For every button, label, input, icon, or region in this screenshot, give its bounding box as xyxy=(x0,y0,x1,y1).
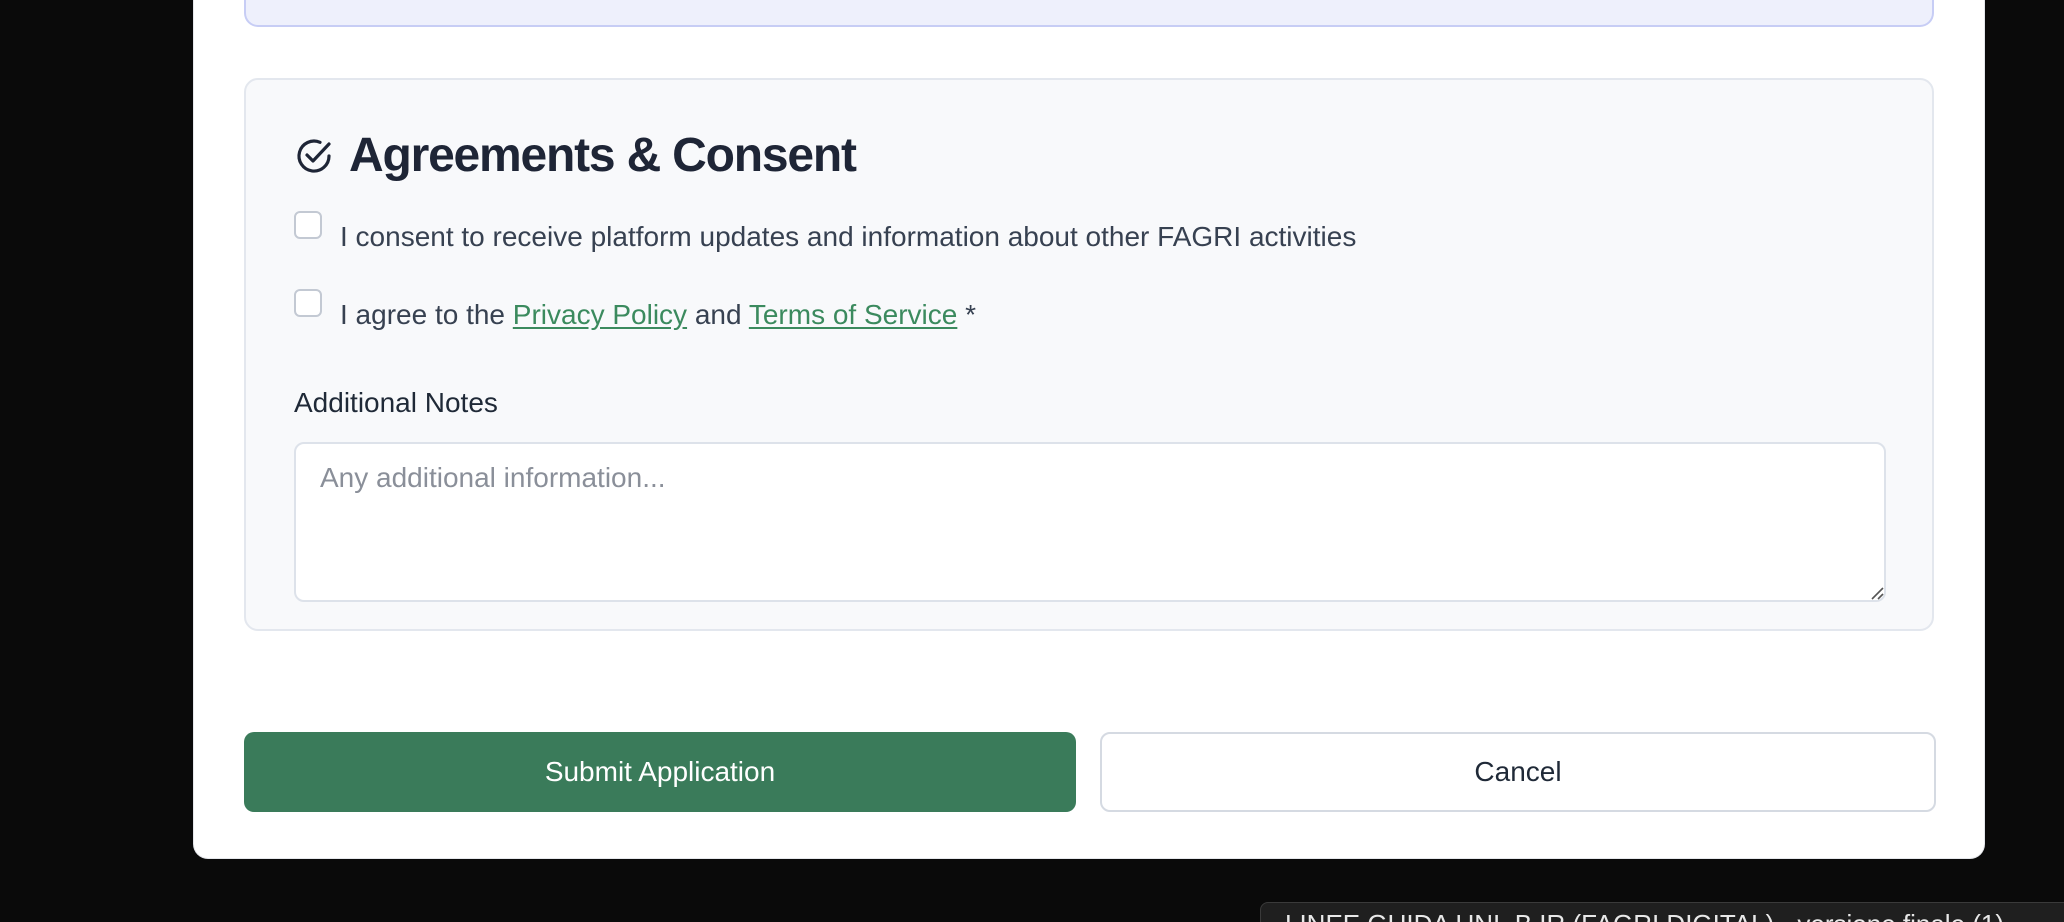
resize-grip-icon[interactable] xyxy=(1870,586,1884,600)
consent-updates-row: I consent to receive platform updates an… xyxy=(294,210,1356,254)
additional-notes-label: Additional Notes xyxy=(294,387,498,418)
download-bar-item[interactable]: LINEE GUIDA UNI_B.IR (FAGRI DIGITAL) - v… xyxy=(1260,902,2064,922)
terms-of-service-link[interactable]: Terms of Service xyxy=(749,299,958,330)
consent-updates-checkbox[interactable] xyxy=(294,211,322,239)
consent-privacy-row: I agree to the Privacy Policy and Terms … xyxy=(294,288,976,332)
consent-privacy-prefix: I agree to the xyxy=(340,299,513,330)
section-header: Agreements & Consent xyxy=(294,129,857,182)
required-asterisk: * xyxy=(957,299,977,330)
privacy-policy-link[interactable]: Privacy Policy xyxy=(513,299,687,330)
previous-section-bottom xyxy=(244,0,1934,27)
consent-privacy-label[interactable]: I agree to the Privacy Policy and Terms … xyxy=(340,288,976,332)
page-backdrop: Agreements & Consent I consent to receiv… xyxy=(0,0,2064,922)
check-circle-icon xyxy=(294,136,334,176)
additional-notes-textarea[interactable] xyxy=(294,442,1886,602)
consent-privacy-checkbox[interactable] xyxy=(294,289,322,317)
submit-application-button[interactable]: Submit Application xyxy=(244,732,1076,812)
consent-privacy-middle: and xyxy=(687,299,749,330)
agreements-section: Agreements & Consent I consent to receiv… xyxy=(244,78,1934,631)
consent-updates-label[interactable]: I consent to receive platform updates an… xyxy=(340,210,1356,254)
application-modal: Agreements & Consent I consent to receiv… xyxy=(194,0,1984,858)
section-title: Agreements & Consent xyxy=(349,129,857,182)
cancel-button[interactable]: Cancel xyxy=(1100,732,1936,812)
download-file-name: LINEE GUIDA UNI_B.IR (FAGRI DIGITAL) - v… xyxy=(1285,909,2004,922)
